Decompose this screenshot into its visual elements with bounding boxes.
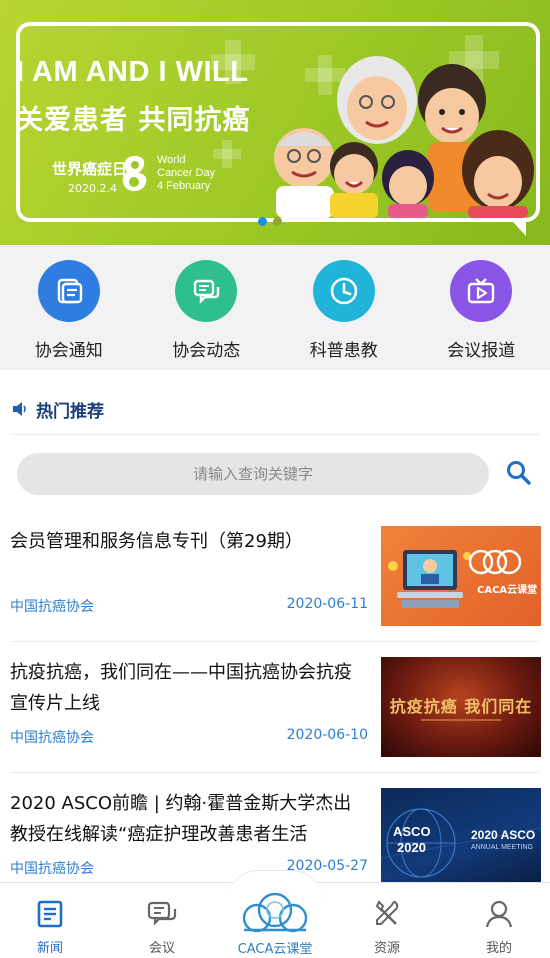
thumb-line [421,719,501,721]
news-date: 2020-06-10 [286,727,368,743]
speaker-icon [13,402,26,416]
news-title: 2020 ASCO前瞻 | 约翰·霍普金斯大学杰出教授在线解读“癌症护理改善患者… [10,793,352,845]
category-meeting-report[interactable]: 会议报道 [413,245,550,370]
clock-icon [312,260,375,322]
thumb-caption: ANNUAL MEETING [471,844,533,851]
carousel-dot[interactable] [273,217,282,226]
tools-icon [375,900,399,925]
tab-label: 资源 [373,941,400,956]
banner-carousel[interactable]: I AM AND I WILL 关爱患者 共同抗癌 世界癌症日 2020.2.4… [0,0,550,245]
category-label: 科普患教 [309,341,378,361]
news-thumbnail: CACA云课堂 [381,526,541,626]
news-source: 中国抗癌协会 [10,730,94,746]
news-source: 中国抗癌协会 [10,861,94,877]
category-association-notice[interactable]: 协会通知 [0,245,138,370]
list-item[interactable]: 2020 ASCO前瞻 | 约翰·霍普金斯大学杰出教授在线解读“癌症护理改善患者… [0,788,550,882]
news-source: 中国抗癌协会 [10,599,94,615]
category-association-news[interactable]: 协会动态 [138,245,276,370]
profile-icon [485,900,513,928]
tab-label: 会议 [148,941,175,956]
list-item[interactable]: 会员管理和服务信息专刊（第29期） 中国抗癌协会 2020-06-11 CACA… [0,526,550,642]
news-date: 2020-06-11 [286,596,368,612]
carousel-indicator[interactable] [258,217,282,226]
news-icon [37,900,63,928]
banner-headline-en: I AM AND I WILL [16,56,249,88]
tab-label: CACA云课堂 [237,942,313,957]
banner-headline-cn: 关爱患者 共同抗癌 [16,105,251,136]
tab-label: 新闻 [36,941,63,956]
wcd-en-line: Cancer Day [157,167,216,179]
wcd-en-line: World [157,154,186,166]
thumb-caption: 2020 ASCO [471,828,536,842]
category-label: 会议报道 [447,341,516,361]
chat-icon [175,260,238,322]
thumb-caption: 2020 [397,840,426,855]
hot-recommend-title: 热门推荐 [36,402,104,422]
carousel-dot[interactable] [258,217,267,226]
search-input[interactable] [17,453,489,495]
thumb-caption: ASCO [393,824,431,839]
news-title: 会员管理和服务信息专刊（第29期） [10,531,303,552]
category-row: 协会通知 协会动态 科普患教 会议报道 [0,245,550,370]
divider [10,434,540,435]
category-science-education[interactable]: 科普患教 [275,245,413,370]
world-cancer-day-cn: 世界癌症日 [52,160,128,178]
thumb-caption: 抗疫抗癌 我们同在 [389,697,533,716]
search-icon[interactable] [505,459,533,487]
cartoon-people-illustration [274,56,534,218]
computer-illustration [388,549,522,608]
world-cancer-day-logo-icon [122,156,147,192]
tab-label: 我的 [485,941,512,956]
wcd-en-line: 4 February [157,180,211,192]
news-title: 抗疫抗癌，我们同在——中国抗癌协会抗疫宣传片上线 [10,662,352,714]
news-thumbnail: 抗疫抗癌 我们同在 [381,657,541,757]
thumb-caption: CACA云课堂 [477,585,538,596]
world-cancer-day-date: 2020.2.4 [68,182,117,195]
category-label: 协会通知 [34,341,103,361]
divider [10,641,540,642]
list-item[interactable]: 抗疫抗癌，我们同在——中国抗癌协会抗疫宣传片上线 中国抗癌协会 2020-06-… [0,657,550,773]
hot-recommend-header: 热门推荐 [0,386,550,436]
world-cancer-day-en: World Cancer Day 4 February [157,154,215,193]
cloud-icon [242,892,308,933]
notice-icon [37,260,100,322]
divider [10,772,540,773]
meeting-icon [147,901,177,926]
tab-meeting[interactable]: 会议 [122,883,202,958]
tab-resources[interactable]: 资源 [347,883,427,958]
category-label: 协会动态 [172,341,241,361]
tab-news[interactable]: 新闻 [10,883,90,958]
news-thumbnail: ASCO 2020 2020 ASCO ANNUAL MEETING [381,788,541,882]
tab-caca-cloud-class[interactable]: CACA云课堂 [228,880,322,958]
video-icon [450,260,513,322]
tab-profile[interactable]: 我的 [459,883,539,958]
